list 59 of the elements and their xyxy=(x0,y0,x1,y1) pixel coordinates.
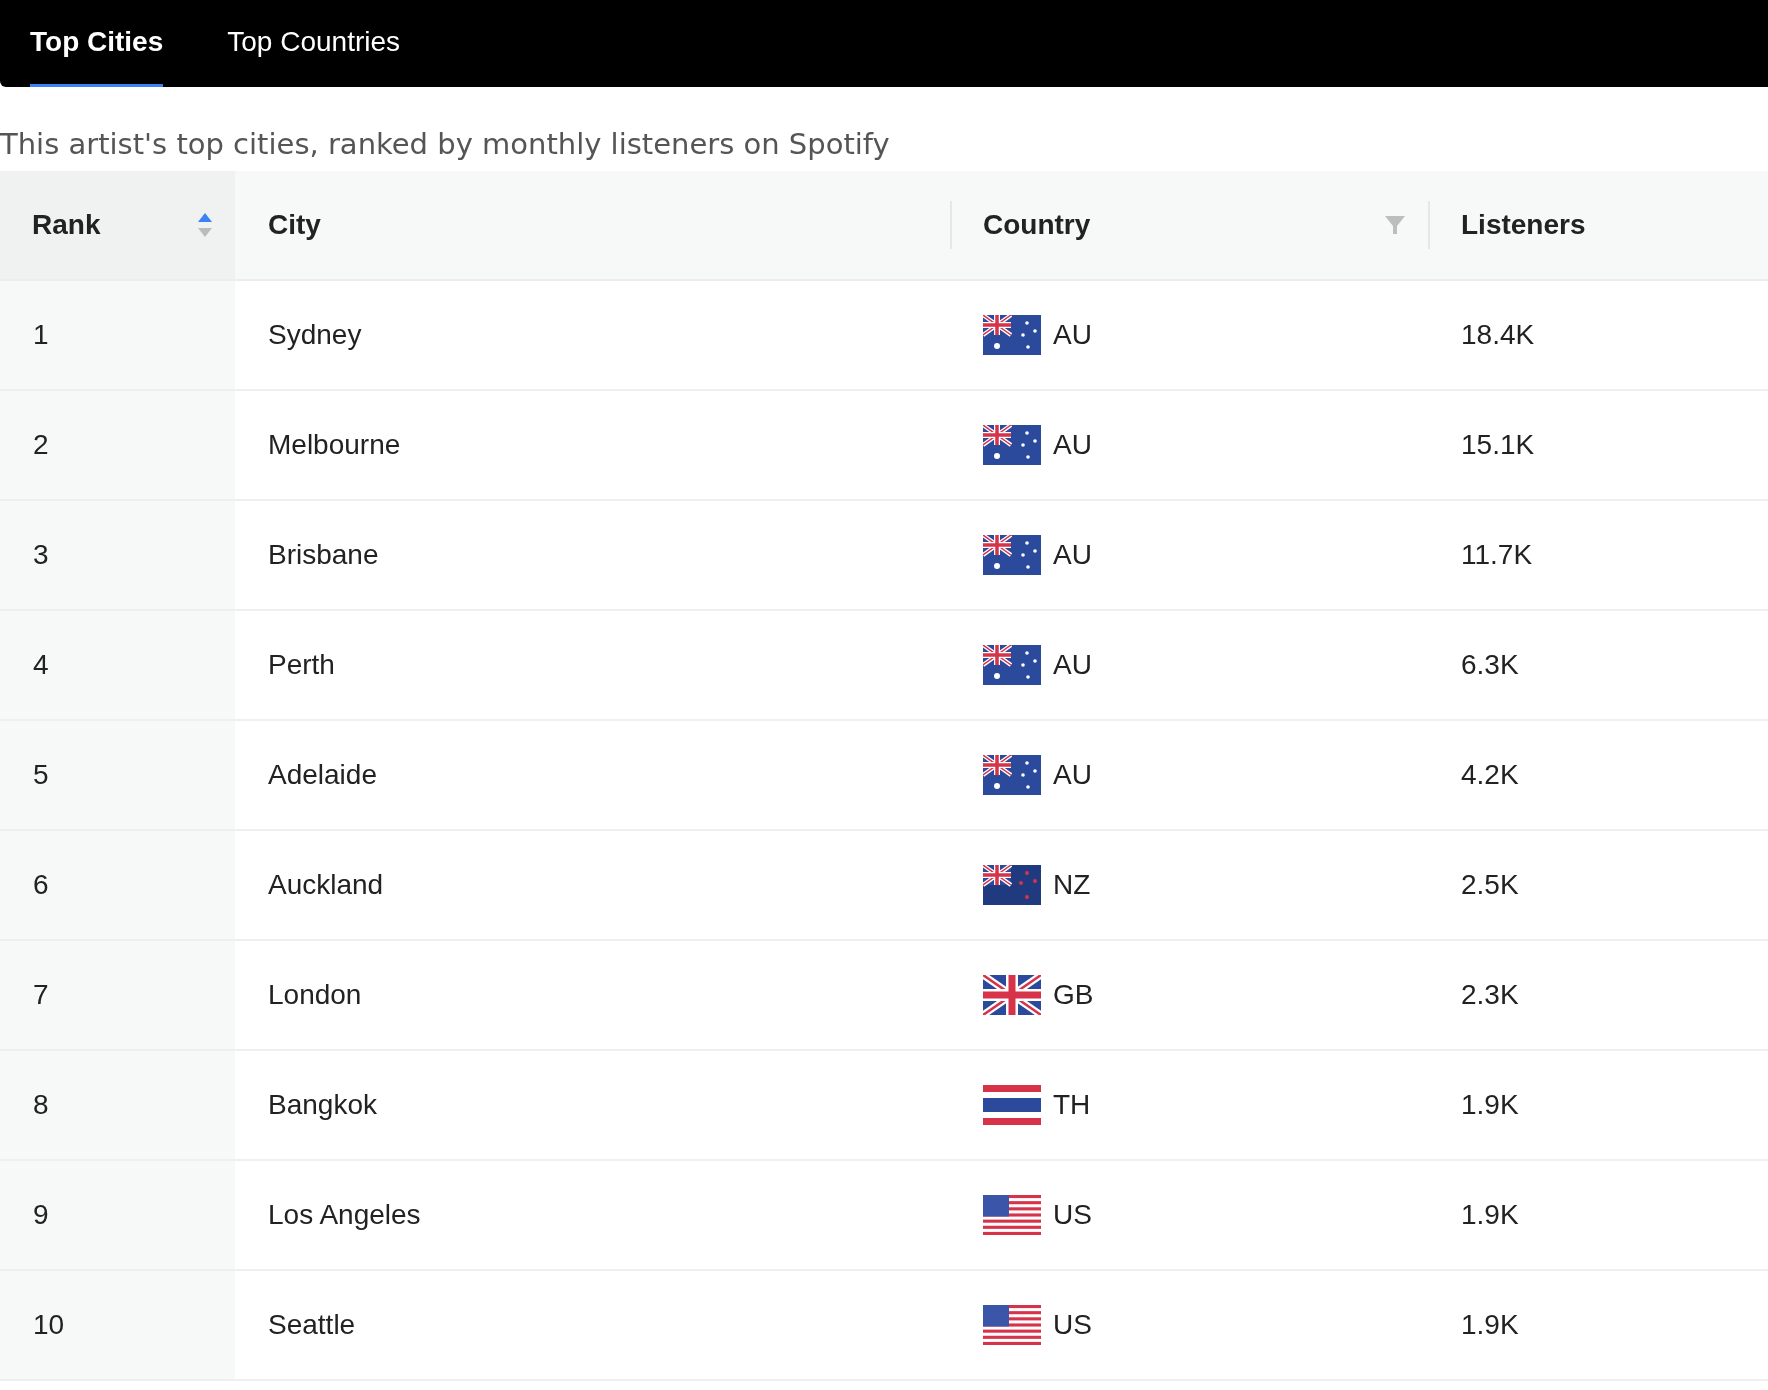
listeners-text: 18.4K xyxy=(1461,319,1535,351)
country-code: US xyxy=(1053,1199,1092,1231)
city-text: Sydney xyxy=(268,319,362,351)
column-title: City xyxy=(268,209,321,241)
listeners-text: 1.9K xyxy=(1461,1309,1519,1341)
country-code: US xyxy=(1053,1309,1092,1341)
listeners-text: 2.3K xyxy=(1461,979,1519,1011)
rank-text: 3 xyxy=(33,539,49,571)
city-text: Seattle xyxy=(268,1309,356,1341)
flag-icon xyxy=(983,865,1041,905)
city-text: Adelaide xyxy=(268,759,377,791)
listeners-text: 6.3K xyxy=(1461,649,1519,681)
listeners-text: 1.9K xyxy=(1461,1199,1519,1231)
city-text: Brisbane xyxy=(268,539,379,571)
flag-icon xyxy=(983,1085,1041,1125)
flag-icon xyxy=(983,645,1041,685)
rank-text: 6 xyxy=(33,869,49,901)
country-code: AU xyxy=(1053,539,1092,571)
city-text: Melbourne xyxy=(268,429,401,461)
column-title: Country xyxy=(983,209,1091,241)
rank-text: 10 xyxy=(33,1309,65,1341)
tab[interactable]: Top Countries xyxy=(227,0,401,87)
flag-icon xyxy=(983,315,1041,355)
city-text: Los Angeles xyxy=(268,1199,421,1231)
country-code: AU xyxy=(1053,319,1092,351)
country-code: AU xyxy=(1053,649,1092,681)
filter-icon[interactable] xyxy=(1384,214,1406,236)
flag-icon xyxy=(983,1305,1041,1345)
country-code: AU xyxy=(1053,429,1092,461)
rank-text: 9 xyxy=(33,1199,49,1231)
city-text: London xyxy=(268,979,362,1011)
listeners-text: 1.9K xyxy=(1461,1089,1519,1121)
rank-text: 5 xyxy=(33,759,49,791)
listeners-text: 15.1K xyxy=(1461,429,1535,461)
rank-text: 1 xyxy=(33,319,49,351)
rank-text: 7 xyxy=(33,979,49,1011)
flag-icon xyxy=(983,755,1041,795)
rank-text: 8 xyxy=(33,1089,49,1121)
country-code: GB xyxy=(1053,979,1094,1011)
column-title: Listeners xyxy=(1461,209,1586,241)
listeners-text: 4.2K xyxy=(1461,759,1519,791)
flag-icon xyxy=(983,535,1041,575)
caption: This artist's top cities, ranked by monthly listeners on Spotify xyxy=(0,126,891,163)
listeners-text: 11.7K xyxy=(1461,539,1533,571)
flag-icon xyxy=(983,1195,1041,1235)
column-title: Rank xyxy=(32,209,101,241)
rank-text: 2 xyxy=(33,429,49,461)
country-code: AU xyxy=(1053,759,1092,791)
country-code: NZ xyxy=(1053,869,1091,901)
city-text: Bangkok xyxy=(268,1089,377,1121)
sort-icon[interactable] xyxy=(197,212,213,238)
country-code: TH xyxy=(1053,1089,1091,1121)
city-text: Auckland xyxy=(268,869,384,901)
flag-icon xyxy=(983,425,1041,465)
city-text: Perth xyxy=(268,649,335,681)
rank-text: 4 xyxy=(33,649,49,681)
listeners-text: 2.5K xyxy=(1461,869,1519,901)
flag-icon xyxy=(983,975,1041,1015)
tab[interactable]: Top Cities xyxy=(30,0,164,87)
